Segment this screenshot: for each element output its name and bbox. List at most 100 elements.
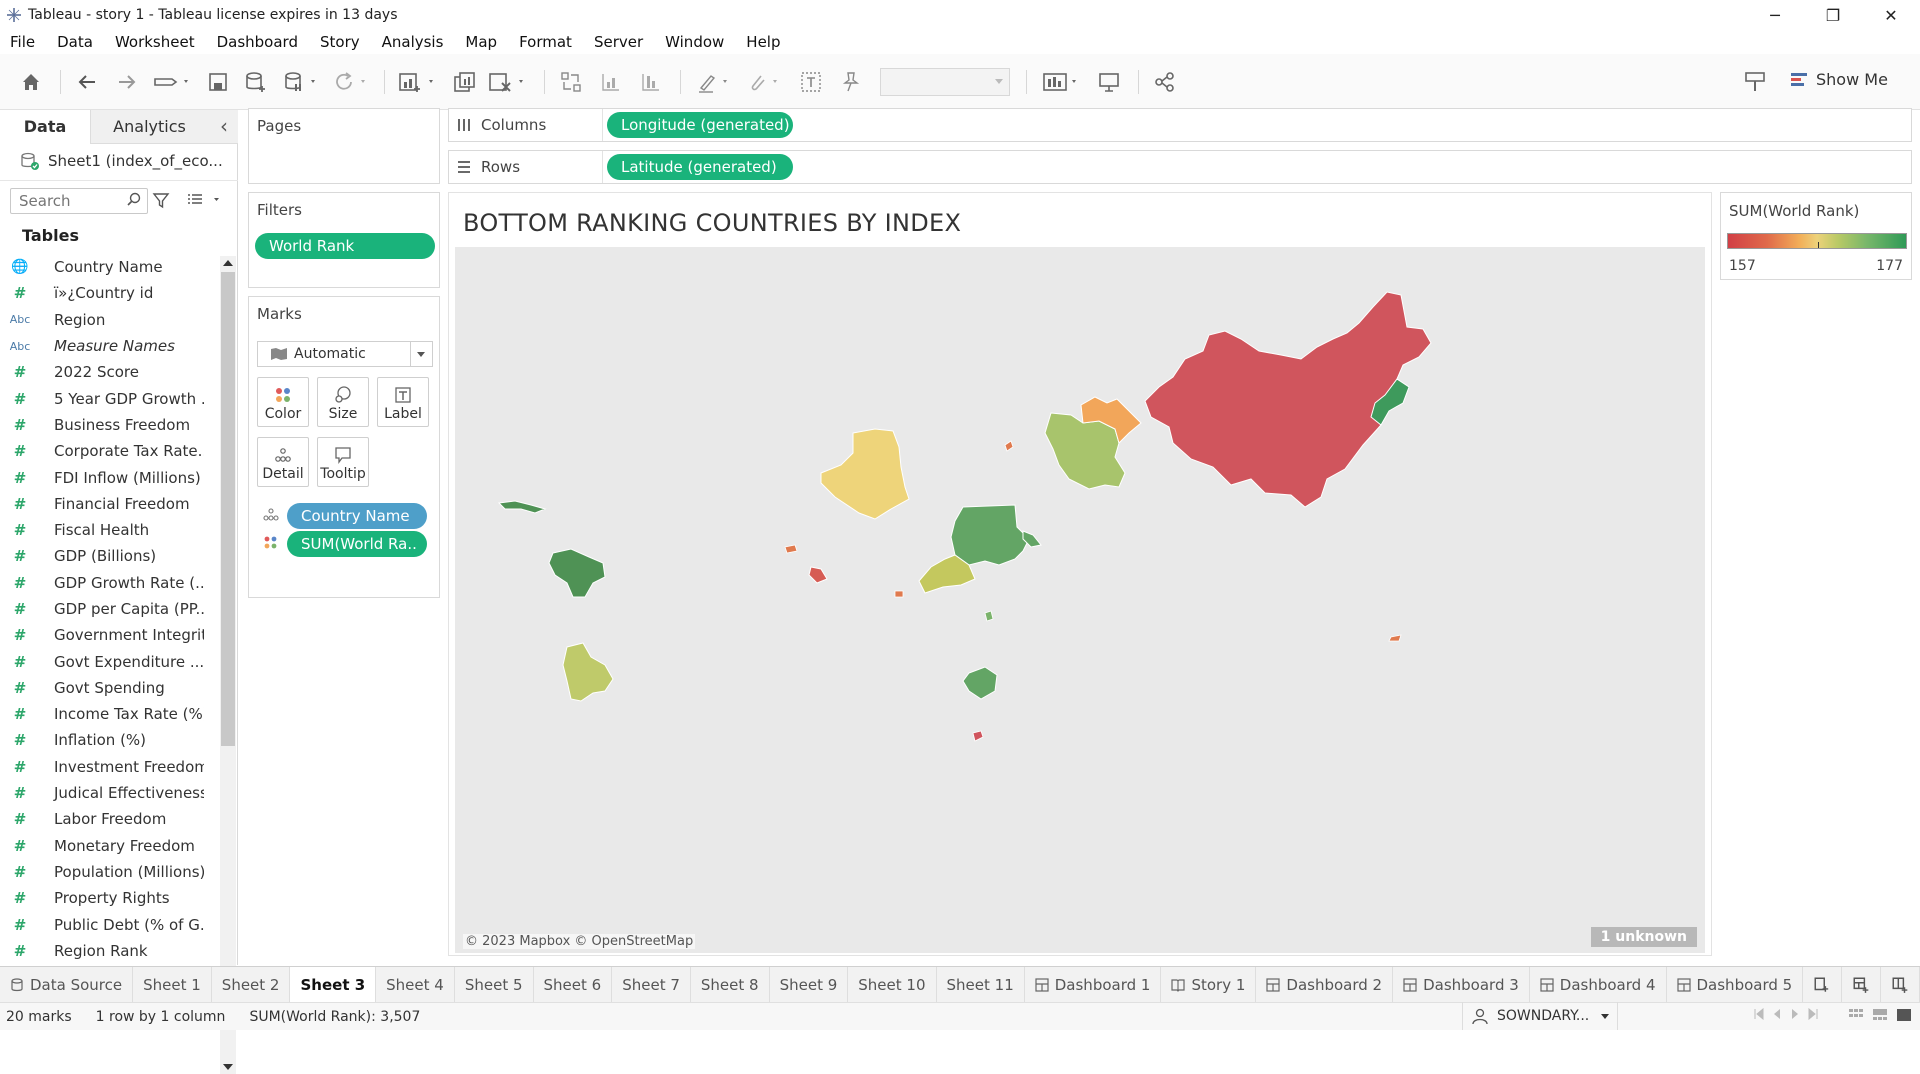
sheet-tab[interactable]: Sheet 4 <box>376 966 455 1003</box>
country-shape[interactable] <box>784 544 798 554</box>
previous-sheet-icon[interactable] <box>1772 1008 1782 1020</box>
world-rank-filter-pill[interactable]: World Rank <box>255 233 435 259</box>
menu-map[interactable]: Map <box>465 33 497 51</box>
country-shape[interactable] <box>808 566 828 584</box>
country-shape[interactable] <box>548 548 606 598</box>
field-item[interactable]: # Business Freedom <box>0 412 218 438</box>
minimize-button[interactable]: ─ <box>1746 0 1804 30</box>
share-icon[interactable] <box>1150 68 1180 96</box>
undo-icon[interactable] <box>72 68 102 96</box>
field-item[interactable]: 🌐 Country Name <box>0 254 218 280</box>
field-list-scrollbar[interactable] <box>220 256 236 1074</box>
collapse-pane-icon[interactable]: ‹ <box>220 114 228 138</box>
sheet-tab[interactable]: Sheet 11 <box>937 966 1025 1003</box>
show-mark-labels-icon[interactable] <box>796 68 826 96</box>
color-legend[interactable]: SUM(World Rank) 157 177 <box>1720 192 1912 280</box>
menu-data[interactable]: Data <box>57 33 93 51</box>
search-icon[interactable] <box>126 192 142 212</box>
field-item[interactable]: #2022 Score <box>0 359 218 385</box>
next-sheet-icon[interactable] <box>1790 1008 1800 1020</box>
country-name-detail-pill[interactable]: Country Name <box>287 503 427 529</box>
filmstrip-icon[interactable] <box>1872 1008 1888 1022</box>
country-shape[interactable] <box>984 610 994 622</box>
sheet-tab[interactable]: Sheet 1 <box>133 966 212 1003</box>
color-mark-button[interactable]: Color <box>257 377 309 427</box>
pause-updates-icon[interactable] <box>282 68 322 96</box>
map-attribution[interactable]: © 2023 Mapbox © OpenStreetMap <box>463 934 696 949</box>
field-item[interactable]: # FDI Inflow (Millions) <box>0 464 218 490</box>
sheet-tab[interactable]: Sheet 3 <box>290 966 377 1003</box>
field-item[interactable]: # Judical Effectiveness <box>0 780 218 806</box>
tab-data[interactable]: Data <box>0 110 90 144</box>
group-members-icon[interactable] <box>744 68 784 96</box>
menu-server[interactable]: Server <box>594 33 643 51</box>
swap-rows-columns-icon[interactable] <box>556 68 586 96</box>
sheet-tab[interactable]: Sheet 7 <box>612 966 691 1003</box>
sort-ascending-icon[interactable] <box>596 68 626 96</box>
field-item[interactable]: #5 Year GDP Growth ... <box>0 385 218 411</box>
map-canvas[interactable]: © 2023 Mapbox © OpenStreetMap 1 unknown <box>455 247 1705 953</box>
sheet-tab[interactable]: Dashboard 3 <box>1393 966 1530 1003</box>
field-item[interactable]: # Public Debt (% of G... <box>0 911 218 937</box>
scroll-down-icon[interactable] <box>223 1064 233 1070</box>
show-cards-icon[interactable] <box>1040 68 1084 96</box>
field-item[interactable]: # ï»¿Country id <box>0 280 218 306</box>
menu-window[interactable]: Window <box>665 33 724 51</box>
columns-shelf[interactable]: Columns Longitude (generated) <box>448 108 1912 142</box>
home-icon[interactable] <box>16 68 46 96</box>
country-shape[interactable] <box>950 504 1030 566</box>
sheet-tab[interactable]: Sheet 2 <box>212 966 291 1003</box>
country-shape[interactable] <box>562 642 614 702</box>
first-sheet-icon[interactable] <box>1754 1008 1764 1020</box>
refresh-icon[interactable] <box>332 68 372 96</box>
menu-analysis[interactable]: Analysis <box>382 33 444 51</box>
field-item[interactable]: # Govt Expenditure ... <box>0 648 218 674</box>
sheet-tab[interactable]: Dashboard 4 <box>1530 966 1667 1003</box>
menu-worksheet[interactable]: Worksheet <box>115 33 195 51</box>
longitude-pill[interactable]: Longitude (generated) <box>607 112 793 138</box>
fix-axes-icon[interactable] <box>836 68 866 96</box>
map-svg[interactable] <box>455 247 1705 953</box>
last-sheet-icon[interactable] <box>1808 1008 1818 1020</box>
unknown-indicator[interactable]: 1 unknown <box>1590 927 1697 947</box>
country-shape[interactable] <box>1004 440 1014 452</box>
sheet-tab[interactable]: Story 1 <box>1161 966 1257 1003</box>
highlight-icon[interactable] <box>694 68 734 96</box>
label-mark-button[interactable]: Label <box>377 377 429 427</box>
field-item[interactable]: # GDP (Billions) <box>0 543 218 569</box>
menu-story[interactable]: Story <box>320 33 360 51</box>
world-rank-color-pill[interactable]: SUM(World Ra.. <box>287 531 427 557</box>
field-item[interactable]: # Fiscal Health <box>0 517 218 543</box>
sheet-tab[interactable]: Sheet 8 <box>691 966 770 1003</box>
close-button[interactable]: ✕ <box>1862 0 1920 30</box>
data-source-item[interactable]: Sheet1 (index_of_eco... <box>20 146 230 176</box>
new-story-tab-icon[interactable] <box>1881 966 1920 1003</box>
filters-card[interactable]: Filters World Rank <box>248 192 440 288</box>
field-item[interactable]: # Investment Freedom <box>0 754 218 780</box>
field-item[interactable]: # Financial Freedom <box>0 491 218 517</box>
sort-descending-icon[interactable] <box>636 68 666 96</box>
country-shape[interactable] <box>820 428 910 520</box>
save-icon[interactable] <box>204 68 232 96</box>
field-item[interactable]: # Population (Millions) <box>0 859 218 885</box>
field-item[interactable]: # Income Tax Rate (%) <box>0 701 218 727</box>
presentation-mode-icon[interactable] <box>1094 68 1124 96</box>
user-menu[interactable]: SOWNDARY... <box>1462 1002 1618 1030</box>
new-worksheet-icon[interactable] <box>396 68 440 96</box>
redo-icon[interactable] <box>112 68 142 96</box>
show-me-button[interactable]: Show Me <box>1790 70 1888 89</box>
sheet-tab[interactable]: Sheet 10 <box>848 966 937 1003</box>
field-item[interactable]: Abc Measure Names <box>0 333 218 359</box>
duplicate-sheet-icon[interactable] <box>450 68 480 96</box>
size-mark-button[interactable]: Size <box>317 377 369 427</box>
tooltip-mark-button[interactable]: Tooltip <box>317 437 369 487</box>
rows-shelf[interactable]: Rows Latitude (generated) <box>448 150 1912 184</box>
sheet-tab[interactable]: Data Source <box>0 966 134 1003</box>
pages-card[interactable]: Pages <box>248 108 440 184</box>
sheet-tab[interactable]: Sheet 5 <box>455 966 534 1003</box>
field-item[interactable]: # Govt Spending <box>0 675 218 701</box>
country-shape[interactable] <box>894 590 904 598</box>
clear-sheet-icon[interactable] <box>486 68 530 96</box>
sheet-tab[interactable]: Dashboard 2 <box>1256 966 1394 1003</box>
field-item[interactable]: # Property Rights <box>0 885 218 911</box>
